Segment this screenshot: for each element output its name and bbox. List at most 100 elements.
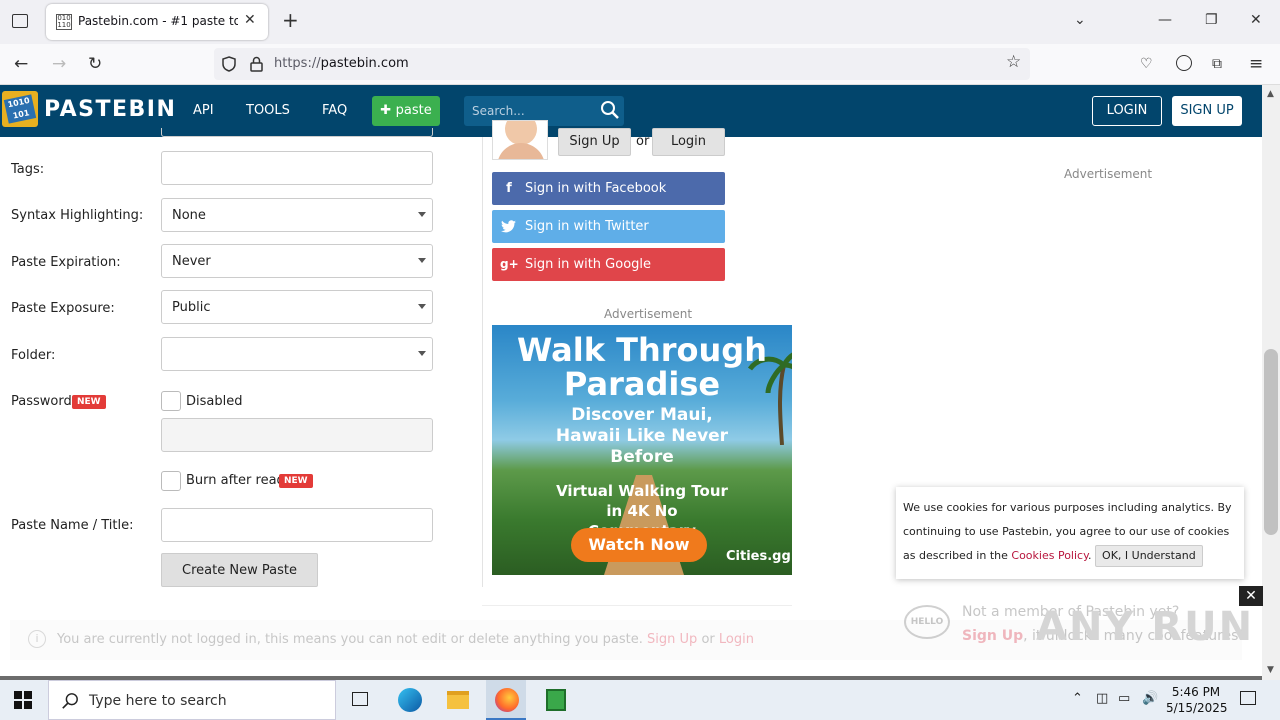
pastebin-brand[interactable]: PASTEBIN	[44, 97, 176, 122]
facebook-icon: f	[506, 181, 512, 196]
sidebar-login-button[interactable]: Login	[652, 128, 725, 156]
volume-icon[interactable]: 🔊	[1142, 691, 1158, 706]
google-plus-icon: g+	[500, 257, 519, 271]
nav-api[interactable]: API	[193, 103, 214, 118]
member-signup-link[interactable]: Sign Up	[962, 628, 1023, 644]
or-text: or	[636, 134, 650, 149]
bookmark-star-icon[interactable]: ☆	[1006, 52, 1021, 72]
account-icon[interactable]	[1176, 55, 1192, 71]
browser-tab-pastebin[interactable]: 010 110 Pastebin.com - #1 paste tool sin…	[46, 4, 268, 40]
notice-login-link[interactable]: Login	[719, 632, 754, 647]
folder-select[interactable]	[161, 337, 433, 371]
info-icon: i	[28, 630, 46, 648]
chevron-down-icon	[418, 351, 426, 356]
chevron-down-icon	[418, 258, 426, 263]
create-paste-button[interactable]: Create New Paste	[161, 553, 318, 587]
ad-headline: Walk Through Paradise	[517, 331, 767, 403]
burn-label: Burn after read	[186, 473, 285, 488]
menu-hamburger-icon[interactable]: ≡	[1249, 54, 1263, 74]
tray-app-icon[interactable]: ◫	[1096, 691, 1108, 706]
exposure-value: Public	[172, 300, 211, 315]
lock-icon[interactable]	[250, 56, 263, 72]
paste-name-input[interactable]	[161, 508, 433, 542]
windows-start-icon[interactable]	[14, 691, 32, 709]
system-clock[interactable]: 5:46 PM 5/15/2025	[1166, 684, 1228, 716]
syntax-label: Syntax Highlighting:	[11, 208, 144, 223]
password-checkbox[interactable]	[161, 391, 181, 411]
window-close-icon[interactable]: ✕	[1250, 12, 1262, 28]
expiration-value: Never	[172, 254, 211, 269]
notifications-icon[interactable]	[1240, 691, 1256, 705]
right-ad-label: Advertisement	[1064, 167, 1153, 181]
search-icon[interactable]	[600, 100, 620, 120]
tray-chevron-icon[interactable]: ⌃	[1072, 691, 1083, 706]
password-input[interactable]	[161, 418, 433, 452]
ad-watch-now-button[interactable]: Watch Now	[571, 528, 707, 562]
tags-label: Tags:	[11, 162, 45, 177]
clock-date: 5/15/2025	[1166, 701, 1228, 715]
header-signup-button[interactable]: SIGN UP	[1172, 96, 1242, 126]
avatar-body	[497, 143, 545, 159]
clock-time: 5:46 PM	[1171, 685, 1221, 699]
avatar-head	[505, 121, 537, 145]
cookie-text: We use cookies for various purposes incl…	[903, 496, 1238, 568]
twitter-signin-button[interactable]: Sign in with Twitter	[492, 210, 725, 243]
burn-checkbox[interactable]	[161, 471, 181, 491]
file-explorer-icon[interactable]	[438, 684, 478, 716]
maui-advertisement[interactable]: Walk Through Paradise Discover Maui, Haw…	[492, 325, 792, 575]
cookie-ok-button[interactable]: OK, I Understand	[1095, 545, 1203, 567]
firefox-icon[interactable]	[486, 680, 526, 720]
page-scrollbar[interactable]: ▲ ▼	[1262, 85, 1280, 680]
new-tab-icon[interactable]: +	[282, 10, 299, 30]
syntax-value: None	[172, 208, 206, 223]
minimize-icon[interactable]: —	[1158, 12, 1172, 28]
task-view-icon[interactable]	[340, 684, 380, 716]
twitter-bird-icon	[501, 220, 516, 233]
tags-input[interactable]	[161, 151, 433, 185]
scroll-thumb[interactable]	[1264, 349, 1278, 535]
taskbar-search-box[interactable]: Type here to search	[48, 680, 336, 720]
header-login-button[interactable]: LOGIN	[1092, 96, 1162, 126]
syntax-select[interactable]: None	[161, 198, 433, 232]
facebook-signin-button[interactable]: f Sign in with Facebook	[492, 172, 725, 205]
back-arrow-icon[interactable]: ←	[14, 54, 28, 74]
pastebin-favicon-icon: 010 110	[56, 14, 72, 30]
network-icon[interactable]: ▭	[1118, 691, 1130, 706]
password-new-badge: NEW	[72, 395, 106, 409]
notice-text: You are currently not logged in, this me…	[57, 632, 754, 647]
column-divider	[482, 137, 483, 587]
restore-icon[interactable]: ❐	[1205, 12, 1218, 28]
tab-close-icon[interactable]: ✕	[244, 12, 256, 28]
notepad-icon[interactable]	[536, 684, 576, 716]
cookie-banner: We use cookies for various purposes incl…	[896, 487, 1244, 579]
pocket-icon[interactable]: ♡	[1140, 54, 1153, 74]
new-paste-button[interactable]: ✚ paste	[372, 96, 440, 126]
google-signin-button[interactable]: g+ Sign in with Google	[492, 248, 725, 281]
nav-faq[interactable]: FAQ	[322, 103, 347, 118]
burn-new-badge: NEW	[279, 474, 313, 488]
expiration-select[interactable]: Never	[161, 244, 433, 278]
extensions-icon[interactable]: ⧉	[1212, 54, 1222, 74]
tab-list-icon[interactable]	[12, 14, 28, 28]
edge-browser-icon[interactable]	[390, 684, 430, 716]
taskbar-search-placeholder: Type here to search	[89, 693, 227, 709]
sidebar-signup-button[interactable]: Sign Up	[558, 128, 631, 156]
paste-name-label: Paste Name / Title:	[11, 518, 134, 533]
browser-navbar: ← → ↻ https://pastebin.com ☆ ♡ ⧉ ≡	[0, 44, 1280, 85]
faded-divider	[482, 605, 792, 606]
notice-signup-link[interactable]: Sign Up	[647, 632, 697, 647]
scroll-down-icon[interactable]: ▼	[1267, 665, 1274, 675]
tab-overflow-chevron-icon[interactable]: ⌄	[1074, 12, 1086, 28]
forward-arrow-icon[interactable]: →	[52, 54, 66, 74]
exposure-select[interactable]: Public	[161, 290, 433, 324]
close-icon[interactable]: ✕	[1239, 586, 1263, 606]
tracking-shield-icon[interactable]	[222, 56, 236, 72]
nav-tools[interactable]: TOOLS	[246, 103, 290, 118]
exposure-label: Paste Exposure:	[11, 301, 115, 316]
category-field-partial[interactable]	[161, 128, 433, 137]
url-bar[interactable]: https://pastebin.com ☆	[214, 48, 1030, 80]
cookies-policy-link[interactable]: Cookies Policy	[1011, 549, 1088, 562]
scroll-up-icon[interactable]: ▲	[1267, 89, 1274, 99]
pastebin-logo-icon[interactable]: 1010 101	[2, 91, 38, 127]
reload-icon[interactable]: ↻	[88, 54, 102, 74]
